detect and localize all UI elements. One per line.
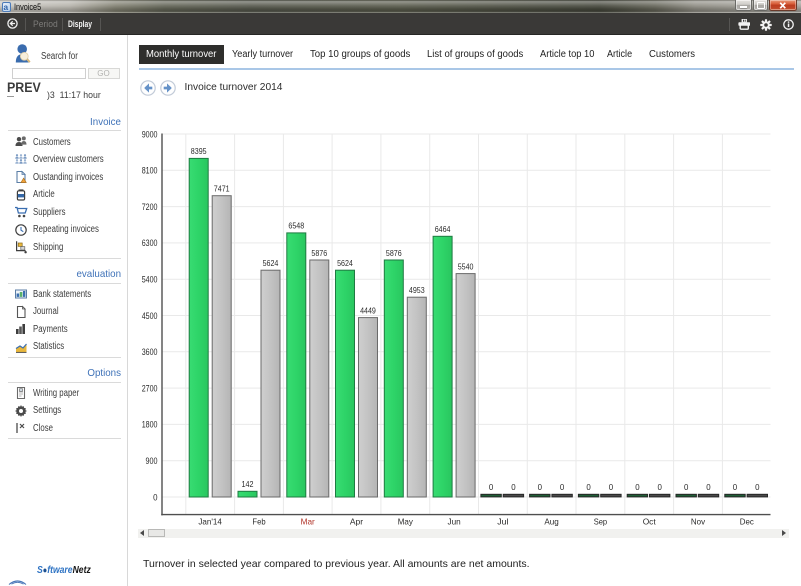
svg-text:9000: 9000 [142, 129, 158, 139]
svg-text:Nov: Nov [691, 517, 706, 527]
svg-text:5624: 5624 [337, 258, 353, 268]
svg-text:7200: 7200 [142, 202, 158, 212]
svg-text:5876: 5876 [311, 248, 327, 258]
svg-text:5624: 5624 [263, 258, 279, 268]
svg-text:900: 900 [146, 456, 158, 466]
svg-text:Dec: Dec [740, 517, 755, 527]
svg-text:0: 0 [733, 482, 738, 492]
svg-text:142: 142 [242, 479, 254, 489]
svg-text:1800: 1800 [142, 420, 158, 430]
svg-text:5876: 5876 [386, 248, 402, 258]
svg-text:0: 0 [755, 482, 760, 492]
svg-text:2700: 2700 [142, 383, 158, 393]
svg-text:4500: 4500 [142, 311, 158, 321]
svg-text:0: 0 [635, 482, 640, 492]
svg-text:0: 0 [586, 482, 591, 492]
svg-text:5540: 5540 [458, 261, 474, 271]
svg-text:0: 0 [538, 482, 543, 492]
svg-text:7471: 7471 [214, 184, 230, 194]
svg-text:3600: 3600 [142, 347, 158, 357]
svg-text:0: 0 [684, 482, 689, 492]
svg-text:Mar: Mar [301, 517, 315, 527]
svg-text:0: 0 [658, 482, 663, 492]
svg-text:Sep: Sep [594, 517, 608, 527]
svg-text:4953: 4953 [409, 285, 425, 295]
svg-text:Aug: Aug [544, 517, 559, 527]
svg-text:Feb: Feb [252, 517, 265, 527]
svg-text:Oct: Oct [643, 517, 657, 527]
svg-text:0: 0 [511, 482, 516, 492]
svg-text:0: 0 [560, 482, 565, 492]
svg-text:May: May [398, 517, 414, 527]
svg-text:5400: 5400 [142, 275, 158, 285]
svg-text:4449: 4449 [360, 305, 376, 315]
svg-text:6464: 6464 [435, 224, 451, 234]
svg-text:8395: 8395 [191, 146, 207, 156]
svg-text:Jan'14: Jan'14 [198, 517, 222, 527]
svg-text:Jul: Jul [497, 517, 508, 527]
svg-text:Apr: Apr [350, 517, 363, 527]
svg-text:Jun: Jun [448, 517, 461, 527]
svg-text:6300: 6300 [142, 238, 158, 248]
svg-text:6548: 6548 [288, 221, 304, 231]
svg-text:0: 0 [706, 482, 711, 492]
svg-text:0: 0 [153, 492, 157, 502]
svg-text:0: 0 [609, 482, 614, 492]
svg-text:8100: 8100 [142, 166, 158, 176]
svg-text:0: 0 [489, 482, 494, 492]
